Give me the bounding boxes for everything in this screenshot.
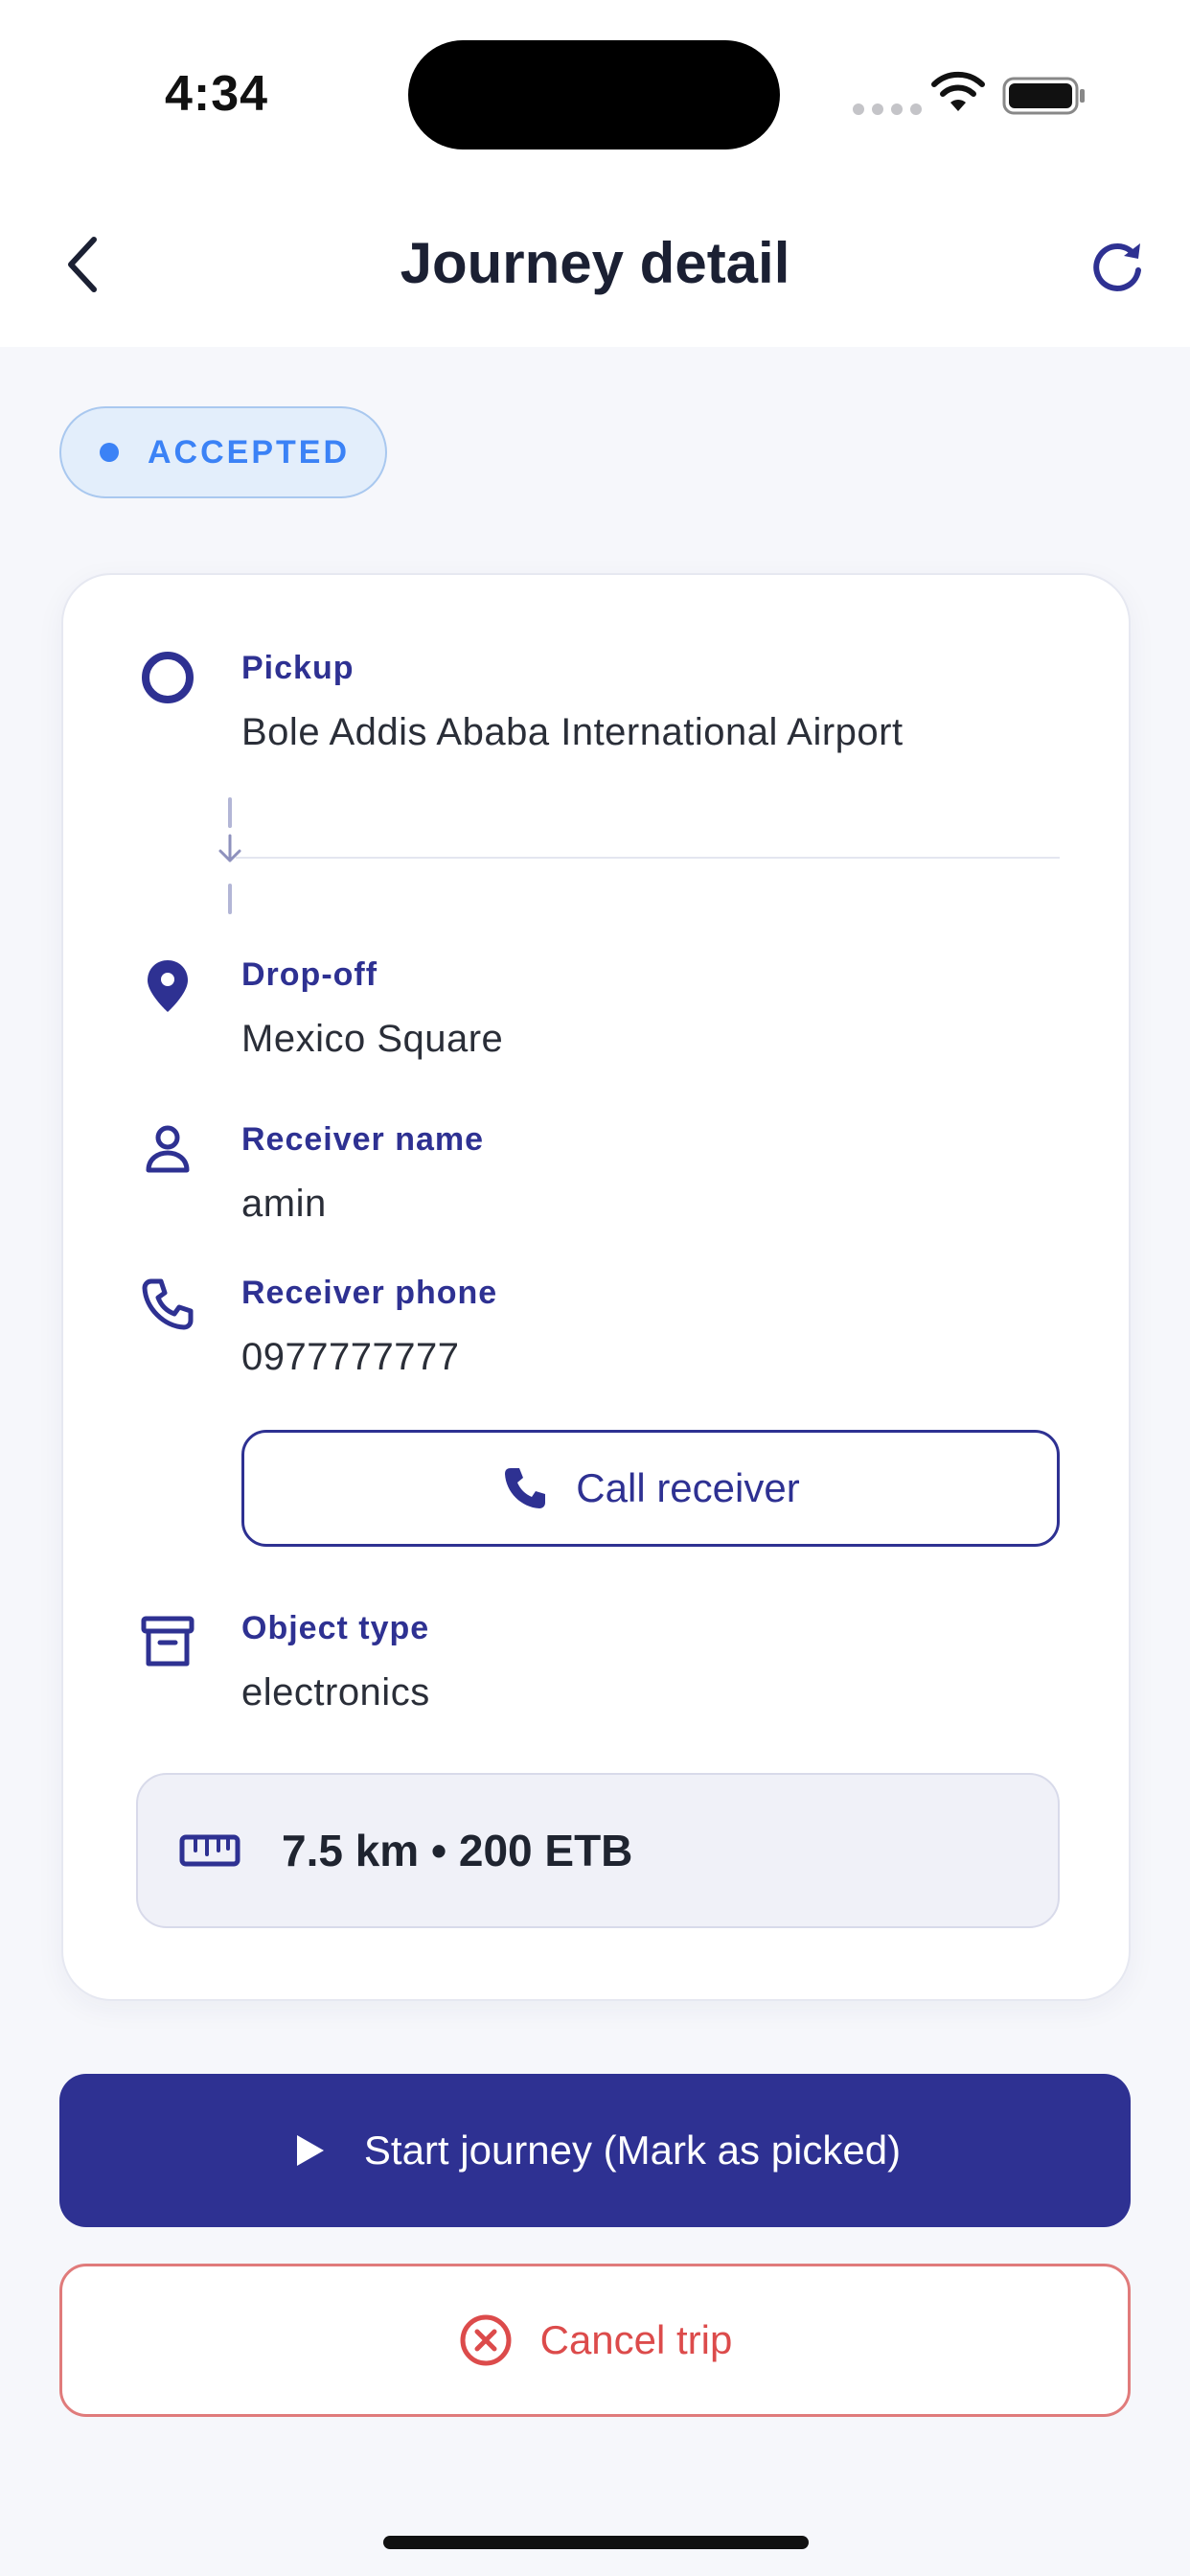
status-text: ACCEPTED [148,433,351,471]
person-icon [136,1117,199,1181]
x-circle-icon [460,2314,512,2366]
call-receiver-button[interactable]: Call receiver [241,1430,1060,1547]
call-receiver-label: Call receiver [576,1465,800,1510]
wifi-icon [931,71,985,111]
cancel-trip-button[interactable]: Cancel trip [59,2264,1131,2417]
play-icon [296,2135,324,2166]
refresh-icon [1093,243,1141,291]
connector-line-bottom [228,884,232,914]
journey-detail-screen: 4:34 Journey detail ACCEPTED Pickup Bole… [0,0,1190,2576]
trip-summary-box: 7.5 km • 200 ETB [136,1773,1060,1928]
ruler-icon [179,1834,240,1867]
receiver-name-label: Receiver name [241,1121,485,1158]
phone-icon [136,1273,199,1336]
phone-icon [505,1468,546,1508]
arrow-down-icon [218,834,241,862]
status-dot [100,443,119,462]
dropoff-value: Mexico Square [241,1018,504,1060]
connector-line-top [228,797,232,828]
top-area: 4:34 Journey detail [0,0,1190,347]
receiver-phone-value: 0977777777 [241,1336,460,1378]
status-time: 4:34 [165,66,269,122]
object-type-value: electronics [241,1671,430,1714]
start-journey-label: Start journey (Mark as picked) [363,2128,902,2173]
receiver-name-value: amin [241,1183,327,1225]
circle-icon [136,646,199,709]
trip-summary-text: 7.5 km • 200 ETB [282,1826,633,1875]
start-journey-button[interactable]: Start journey (Mark as picked) [59,2074,1131,2227]
pickup-label: Pickup [241,650,355,686]
dropoff-label: Drop-off [241,956,378,993]
journey-card: Pickup Bole Addis Ababa International Ai… [61,573,1131,2001]
archive-box-icon [136,1610,199,1673]
cancel-trip-label: Cancel trip [539,2317,733,2362]
object-type-label: Object type [241,1610,430,1646]
cellular-signal-icon [853,104,922,115]
location-pin-icon [136,954,199,1018]
home-indicator [383,2536,809,2549]
divider [236,857,1060,859]
page-title: Journey detail [400,231,790,295]
receiver-phone-label: Receiver phone [241,1275,498,1311]
dynamic-island [408,40,780,150]
status-badge: ACCEPTED [59,406,387,498]
battery-icon [1002,77,1085,115]
refresh-button[interactable] [1088,236,1148,295]
pickup-value: Bole Addis Ababa International Airport [241,711,904,753]
